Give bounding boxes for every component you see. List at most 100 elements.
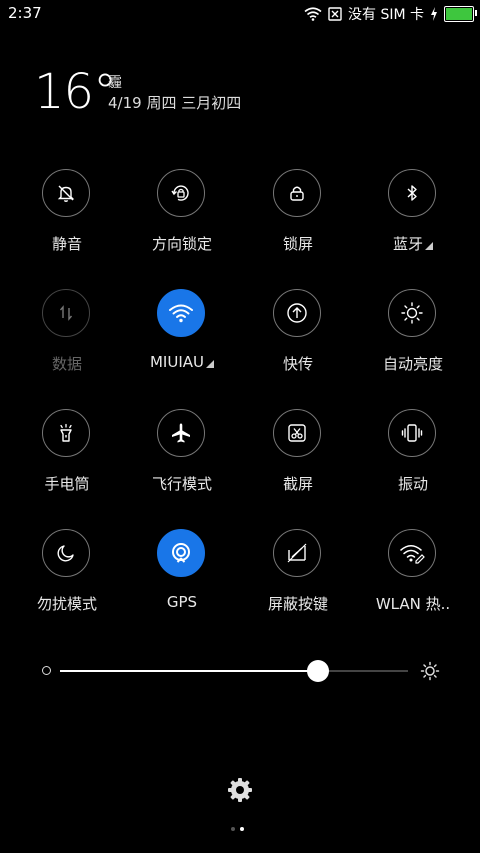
airplane-icon	[169, 421, 193, 445]
toggle-lock[interactable]: 锁屏	[240, 169, 356, 269]
toggle-button[interactable]	[157, 289, 205, 337]
toggle-button[interactable]	[42, 169, 90, 217]
charging-icon	[430, 7, 438, 21]
toggle-label-text: 截屏	[282, 475, 313, 493]
toggle-label: 数据	[9, 353, 125, 374]
toggle-mute-bell[interactable]: 静音	[9, 169, 125, 269]
status-bar: 2:37 没有 SIM 卡	[0, 0, 480, 28]
mute-bell-icon	[55, 182, 77, 204]
toggle-button[interactable]	[388, 409, 436, 457]
toggle-button[interactable]	[157, 409, 205, 457]
toggle-button[interactable]	[157, 169, 205, 217]
settings-gear-icon[interactable]	[226, 776, 254, 804]
more-options-indicator-icon	[206, 360, 214, 368]
toggle-quick-share[interactable]: 快传	[240, 289, 356, 389]
gps-icon	[168, 540, 194, 566]
toggle-label-text: 蓝牙	[392, 235, 423, 253]
toggle-label: 自动亮度	[355, 353, 471, 374]
do-not-disturb-moon-icon	[55, 542, 77, 564]
toggle-label-text: 静音	[51, 235, 82, 253]
toggle-label: GPS	[124, 593, 240, 611]
battery-fill	[446, 8, 472, 20]
auto-brightness-icon	[400, 301, 424, 325]
toggle-label-text: 自动亮度	[382, 355, 443, 373]
toggle-label: 静音	[9, 233, 125, 254]
mobile-data-icon	[55, 302, 77, 324]
toggle-label-text: WLAN 热..	[375, 595, 451, 613]
toggle-label: WLAN 热..	[355, 593, 471, 614]
toggle-wlan-hotspot[interactable]: WLAN 热..	[355, 529, 471, 629]
toggle-button[interactable]	[42, 409, 90, 457]
toggle-label-text: GPS	[166, 593, 198, 611]
flashlight-icon	[55, 422, 77, 444]
toggle-label-text: 数据	[51, 355, 82, 373]
carrier-text: 没有 SIM 卡	[348, 7, 424, 23]
toggle-label: 快传	[240, 353, 356, 374]
toggle-label: 手电筒	[9, 473, 125, 494]
wlan-hotspot-icon	[399, 542, 425, 564]
brightness-thumb[interactable]	[306, 660, 329, 682]
page-dot	[240, 827, 244, 831]
weather-condition: 霾	[108, 75, 122, 91]
toggle-do-not-disturb-moon[interactable]: 勿扰模式	[9, 529, 125, 629]
toggle-flashlight[interactable]: 手电筒	[9, 409, 125, 509]
toggle-label-text: MIUIAU	[149, 353, 204, 371]
toggle-label: 锁屏	[240, 233, 356, 254]
status-icons: 没有 SIM 卡	[304, 3, 477, 25]
toggle-label-text: 屏蔽按键	[267, 595, 328, 613]
toggle-button[interactable]	[42, 289, 90, 337]
page-indicator	[231, 827, 244, 831]
toggle-label-text: 振动	[397, 475, 428, 493]
toggle-label: 蓝牙	[355, 233, 471, 254]
status-time: 2:37	[8, 4, 42, 22]
battery-icon	[444, 6, 477, 22]
rotation-lock-icon	[169, 181, 193, 205]
brightness-low-icon	[42, 666, 51, 675]
toggle-block-keys[interactable]: 屏蔽按键	[240, 529, 356, 629]
toggle-label-text: 锁屏	[282, 235, 313, 253]
toggle-label-text: 方向锁定	[151, 235, 212, 253]
toggle-label-text: 勿扰模式	[36, 595, 97, 613]
quick-share-icon	[285, 301, 309, 325]
screenshot-icon	[285, 421, 309, 445]
toggle-wifi[interactable]: MIUIAU	[124, 289, 240, 389]
toggle-label: 方向锁定	[124, 233, 240, 254]
wifi-icon	[168, 302, 194, 324]
no-sim-icon	[328, 7, 342, 21]
toggle-button[interactable]	[273, 529, 321, 577]
toggle-button[interactable]	[273, 409, 321, 457]
toggle-button[interactable]	[42, 529, 90, 577]
toggle-airplane[interactable]: 飞行模式	[124, 409, 240, 509]
toggle-label-text: 手电筒	[44, 475, 90, 493]
wifi-status-icon	[304, 7, 322, 21]
toggle-gps[interactable]: GPS	[124, 529, 240, 629]
brightness-slider[interactable]	[40, 660, 440, 682]
toggle-label: MIUIAU	[124, 353, 240, 371]
toggle-button[interactable]	[388, 289, 436, 337]
toggle-vibrate[interactable]: 振动	[355, 409, 471, 509]
toggle-label: 振动	[355, 473, 471, 494]
date-text: 4/19 周四 三月初四	[108, 94, 242, 112]
brightness-track[interactable]	[60, 660, 408, 682]
toggle-label: 勿扰模式	[9, 593, 125, 614]
toggle-button[interactable]	[388, 169, 436, 217]
toggle-button[interactable]	[388, 529, 436, 577]
block-keys-icon	[285, 541, 309, 565]
toggle-label-text: 飞行模式	[151, 475, 212, 493]
lock-icon	[286, 182, 308, 204]
toggle-button[interactable]	[273, 289, 321, 337]
toggle-bluetooth[interactable]: 蓝牙	[355, 169, 471, 269]
toggle-button[interactable]	[157, 529, 205, 577]
toggle-auto-brightness[interactable]: 自动亮度	[355, 289, 471, 389]
toggle-label-text: 快传	[282, 355, 313, 373]
toggle-rotation-lock[interactable]: 方向锁定	[124, 169, 240, 269]
toggle-screenshot[interactable]: 截屏	[240, 409, 356, 509]
brightness-fill	[60, 670, 318, 672]
toggle-label: 截屏	[240, 473, 356, 494]
more-options-indicator-icon	[425, 242, 433, 250]
toggle-button[interactable]	[273, 169, 321, 217]
page-dot	[231, 827, 235, 831]
toggle-mobile-data[interactable]: 数据	[9, 289, 125, 389]
vibrate-icon	[400, 421, 424, 445]
toggle-label: 飞行模式	[124, 473, 240, 494]
